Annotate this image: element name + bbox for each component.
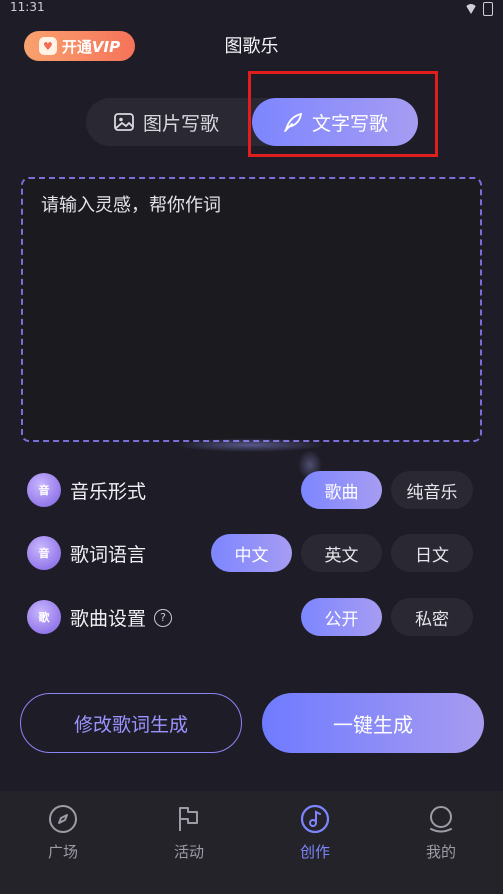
lyric-language-icon: 音 xyxy=(27,536,61,570)
option-row-lyric-language: 音 歌词语言 中文 英文 日文 xyxy=(0,534,503,574)
music-form-icon: 音 xyxy=(27,473,61,507)
nav-label-square: 广场 xyxy=(47,843,78,861)
choice-song[interactable]: 歌曲 xyxy=(301,471,382,509)
flag-icon xyxy=(173,803,205,835)
choice-english[interactable]: 英文 xyxy=(301,534,382,572)
app-title: 图歌乐 xyxy=(224,36,279,57)
battery-icon xyxy=(483,2,493,16)
song-setting-label: 歌曲设置 ? xyxy=(70,604,173,631)
lyric-input-area[interactable] xyxy=(21,177,482,442)
lyric-input[interactable] xyxy=(39,189,463,221)
choice-japanese[interactable]: 日文 xyxy=(391,534,473,572)
nav-label-create: 创作 xyxy=(299,843,330,861)
wifi-icon xyxy=(465,4,477,14)
image-icon xyxy=(114,113,134,131)
song-setting-icon: 歌 xyxy=(27,600,61,634)
choice-pure-music[interactable]: 纯音乐 xyxy=(391,471,473,509)
one-click-generate-button[interactable]: 一键生成 xyxy=(262,693,484,753)
tab-image-to-song[interactable]: 图片写歌 xyxy=(86,98,246,146)
nav-item-create[interactable]: 创作 xyxy=(252,791,378,871)
modify-lyrics-generate-button[interactable]: 修改歌词生成 xyxy=(20,693,242,753)
option-row-song-setting: 歌 歌曲设置 ? 公开 私密 xyxy=(0,598,503,638)
nav-item-square[interactable]: 广场 xyxy=(0,791,126,871)
nav-item-mine[interactable]: 我的 xyxy=(378,791,503,871)
profile-icon xyxy=(425,803,457,835)
nav-label-mine: 我的 xyxy=(425,843,456,861)
tab-image-label: 图片写歌 xyxy=(142,112,219,135)
choice-private[interactable]: 私密 xyxy=(391,598,473,636)
status-icons xyxy=(465,2,493,16)
option-row-music-form: 音 音乐形式 歌曲 纯音乐 xyxy=(0,471,503,511)
help-icon[interactable]: ? xyxy=(154,608,173,627)
nav-item-activity[interactable]: 活动 xyxy=(126,791,252,871)
music-note-icon xyxy=(299,803,331,835)
nav-label-activity: 活动 xyxy=(173,843,204,861)
choice-chinese[interactable]: 中文 xyxy=(211,534,292,572)
highlight-box xyxy=(248,71,438,157)
status-bar: 11:31 xyxy=(0,0,503,20)
music-form-label: 音乐形式 xyxy=(70,481,147,503)
status-time: 11:31 xyxy=(10,0,45,14)
choice-public[interactable]: 公开 xyxy=(301,598,382,636)
compass-icon xyxy=(47,803,79,835)
bottom-nav: 广场 活动 创作 我的 xyxy=(0,791,503,894)
lyric-language-label: 歌词语言 xyxy=(70,544,147,566)
